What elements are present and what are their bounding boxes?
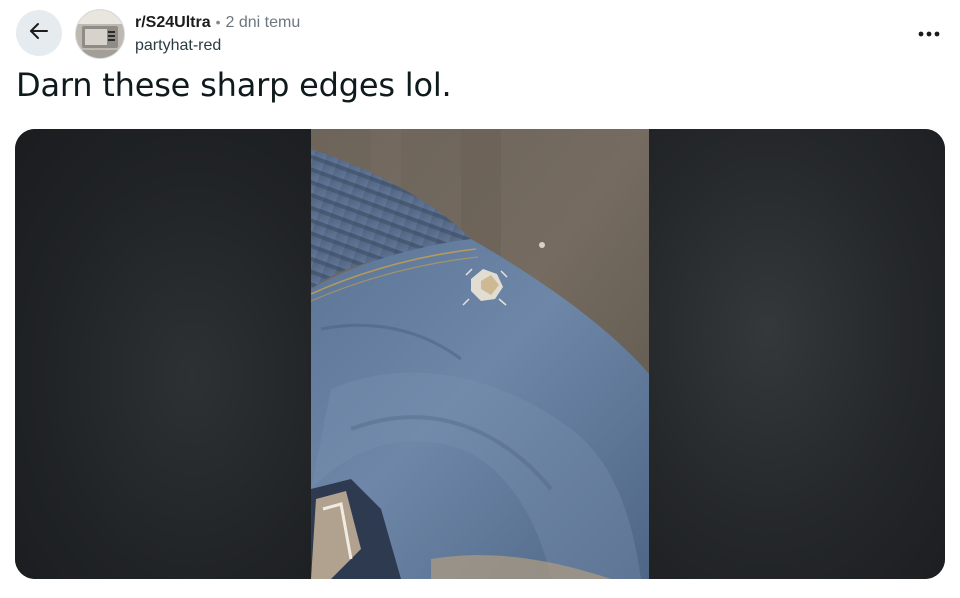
post-meta: r/S24Ultra • 2 dni temu partyhat-red: [135, 12, 300, 55]
author-link[interactable]: partyhat-red: [135, 37, 300, 55]
more-options-button[interactable]: [914, 18, 944, 48]
post-media: [15, 129, 945, 579]
media-blur-right: [649, 129, 945, 579]
more-horizontal-icon: [918, 24, 940, 42]
meta-separator: •: [215, 14, 221, 30]
post-image[interactable]: [311, 129, 649, 579]
post-page: r/S24Ultra • 2 dni temu partyhat-red Dar…: [0, 0, 960, 598]
subreddit-link[interactable]: r/S24Ultra: [135, 13, 211, 33]
subreddit-avatar[interactable]: [75, 9, 125, 59]
media-blur-left: [15, 129, 311, 579]
arrow-left-icon: [27, 19, 51, 48]
post-title: Darn these sharp edges lol.: [16, 66, 452, 104]
post-timestamp: 2 dni temu: [225, 14, 301, 31]
back-button[interactable]: [16, 10, 62, 56]
